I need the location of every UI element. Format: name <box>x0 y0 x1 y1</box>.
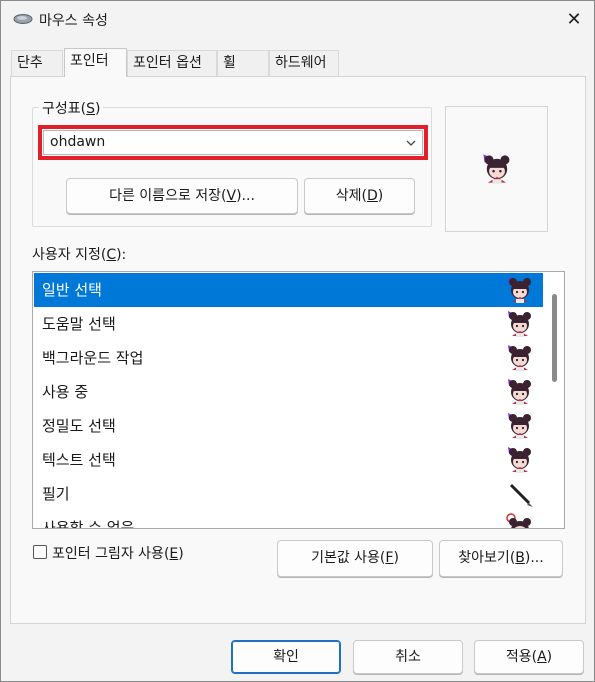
list-item-precision-select[interactable]: 정밀도 선택 <box>34 409 543 443</box>
chibi-cursor-icon <box>508 345 531 371</box>
use-default-button[interactable]: 기본값 사용(F) <box>277 540 433 577</box>
cancel-button[interactable]: 취소 <box>353 640 463 674</box>
list-item-unavailable[interactable]: 사용할 수 없음 <box>34 511 543 529</box>
cursor-list[interactable]: 일반 선택 도움말 선택 백그라운드 작업 사용 중 정밀도 선택 텍스트 선택… <box>32 271 565 529</box>
pen-cursor-icon <box>509 483 533 507</box>
list-item-label: 텍스트 선택 <box>42 451 116 469</box>
window-title: 마우스 속성 <box>39 13 108 29</box>
list-item-label: 사용할 수 없음 <box>42 519 135 529</box>
tab-pointer-options[interactable]: 포인터 옵션 <box>127 50 217 76</box>
scheme-label: 구성표(S) <box>39 98 104 118</box>
title-bar: 마우스 속성 ✕ <box>1 1 594 39</box>
save-as-button[interactable]: 다른 이름으로 저장(V)... <box>66 178 298 214</box>
apply-button[interactable]: 적용(A) <box>474 640 584 674</box>
list-scrollbar[interactable] <box>544 272 564 528</box>
chibi-cursor-icon <box>508 311 531 337</box>
tab-pointers[interactable]: 포인터 <box>64 48 127 77</box>
delete-button[interactable]: 삭제(D) <box>304 178 415 214</box>
tab-wheel[interactable]: 휠 <box>217 50 269 76</box>
pointers-panel: 구성표(S) ohdawn 다른 이름으로 저장(V)... 삭제(D) 사용자… <box>10 76 586 624</box>
chibi-cursor-icon <box>508 447 531 473</box>
list-item-label: 일반 선택 <box>42 281 102 299</box>
list-item-working-background[interactable]: 백그라운드 작업 <box>34 341 543 375</box>
list-item-text-select[interactable]: 텍스트 선택 <box>34 443 543 477</box>
list-item-label: 도움말 선택 <box>42 315 116 333</box>
list-item-handwriting[interactable]: 필기 <box>34 477 543 511</box>
list-item-label: 사용 중 <box>42 383 89 401</box>
chibi-cursor-icon <box>508 277 531 303</box>
pointer-shadow-label[interactable]: 포인터 그림자 사용(E) <box>52 543 184 563</box>
list-item-label: 정밀도 선택 <box>42 417 116 435</box>
list-item-label: 백그라운드 작업 <box>42 349 144 367</box>
list-item-normal-select[interactable]: 일반 선택 <box>34 273 543 307</box>
tab-hardware[interactable]: 하드웨어 <box>269 50 339 76</box>
close-button[interactable]: ✕ <box>561 7 587 33</box>
scheme-dropdown[interactable]: ohdawn <box>43 130 423 155</box>
chibi-cursor-icon <box>508 379 531 405</box>
chevron-down-icon <box>406 140 416 146</box>
mouse-icon <box>13 14 33 24</box>
list-item-help-select[interactable]: 도움말 선택 <box>34 307 543 341</box>
list-item-label: 필기 <box>42 485 70 503</box>
chibi-cursor-icon <box>483 154 510 184</box>
customize-label: 사용자 지정(C): <box>32 247 127 263</box>
scrollbar-thumb[interactable] <box>552 294 557 382</box>
chibi-cursor-icon <box>506 513 531 528</box>
mouse-properties-dialog: 마우스 속성 ✕ 단추 포인터 포인터 옵션 휠 하드웨어 구성표(S) ohd… <box>0 0 595 682</box>
browse-button[interactable]: 찾아보기(B)... <box>439 540 563 577</box>
ok-button[interactable]: 확인 <box>231 640 341 674</box>
scheme-dropdown-value: ohdawn <box>50 134 106 150</box>
list-item-busy[interactable]: 사용 중 <box>34 375 543 409</box>
cursor-preview <box>445 106 548 232</box>
tab-buttons[interactable]: 단추 <box>11 50 63 76</box>
pointer-shadow-checkbox[interactable] <box>33 545 47 559</box>
chibi-cursor-icon <box>508 413 531 439</box>
